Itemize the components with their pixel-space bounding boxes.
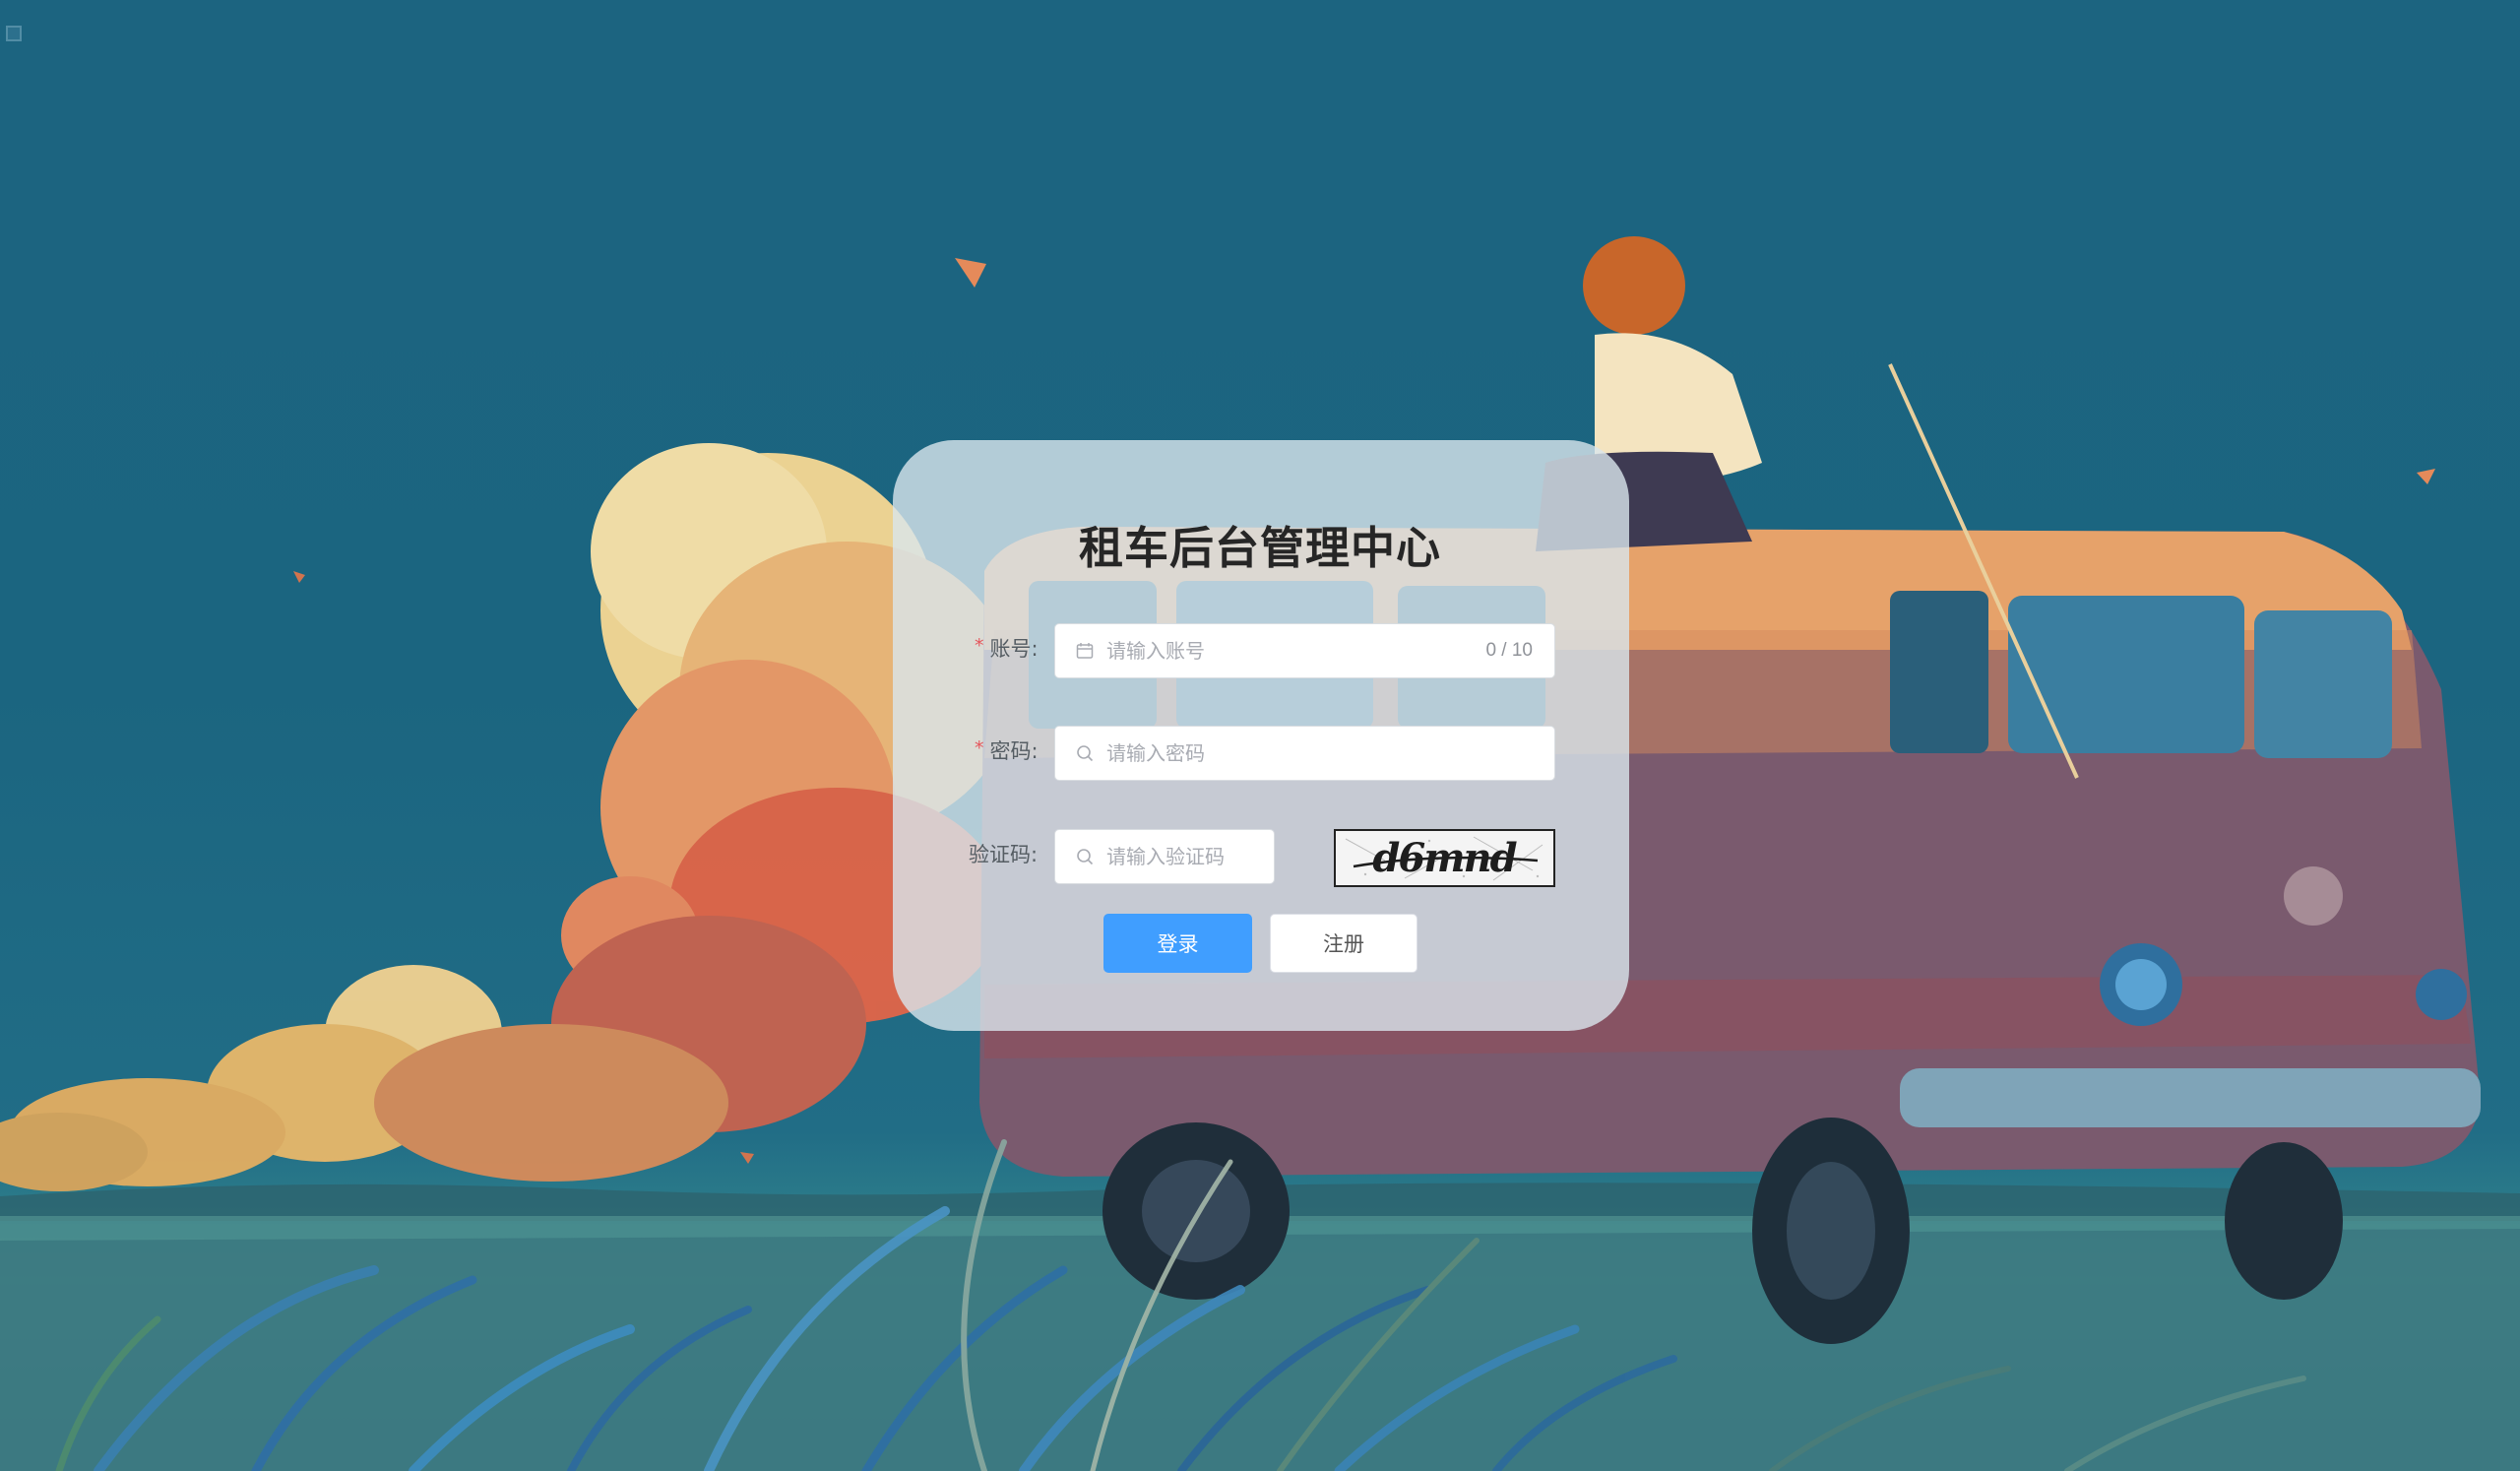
register-button[interactable]: 注册 — [1270, 914, 1418, 973]
required-mark: * — [975, 635, 984, 657]
page-title: 租车后台管理中心 — [1078, 522, 1441, 574]
search-icon — [1075, 743, 1095, 763]
account-field[interactable]: 0 / 10 — [1054, 623, 1555, 678]
search-icon — [1075, 847, 1095, 866]
captcha-input[interactable] — [1106, 845, 1274, 868]
corner-mark-icon — [6, 26, 22, 41]
calendar-icon — [1075, 641, 1095, 661]
account-input[interactable] — [1106, 639, 1486, 663]
captcha-image[interactable]: d6mnd — [1334, 829, 1555, 887]
account-label: * 账号: — [975, 635, 1039, 661]
account-char-counter: 0 / 10 — [1485, 640, 1533, 661]
login-button[interactable]: 登录 — [1103, 914, 1252, 973]
captcha-label: 验证码: — [969, 843, 1039, 866]
password-label: * 密码: — [975, 737, 1039, 763]
password-input[interactable] — [1106, 741, 1554, 765]
required-mark: * — [975, 737, 984, 759]
password-field[interactable] — [1054, 726, 1555, 781]
captcha-field[interactable] — [1054, 829, 1275, 884]
